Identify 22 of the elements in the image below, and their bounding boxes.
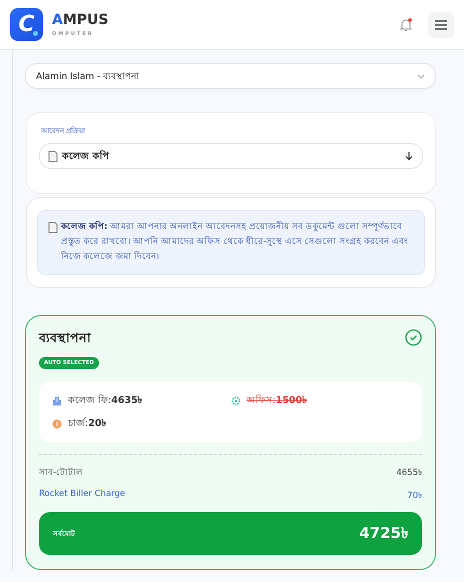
subtotal-label: সাব-টোটাল (39, 466, 84, 480)
fee-text: চার্জ:20৳ (68, 416, 106, 431)
student-select[interactable]: Alamin Islam - ব্যবস্থাপনা (25, 63, 436, 89)
plan-title: ব্যবস্থাপনা (39, 329, 92, 347)
notification-bell-icon[interactable] (398, 16, 414, 32)
menu-icon[interactable] (428, 12, 454, 38)
biller-charge-label: Rocket Biller Charge (39, 489, 126, 501)
document-icon (48, 150, 58, 162)
document-icon (48, 222, 58, 233)
building-icon (52, 396, 62, 406)
process-select[interactable]: কলেজ কপি (39, 143, 423, 169)
total-value: 4725৳ (359, 523, 408, 544)
logo-icon: C (10, 8, 43, 41)
info-text: কলেজ কপি: আমরা আপনার অনলাইন আবেদনসহ প্রয়োজনীয় সব ডকুমেন্ট গুলো সম্পূর্ণভাবে প্রস্তুত করে রাখবো। আপনি আমাদের অফিস থেকে ধীরে-সুস্থে এসে সেগুলো সংগ্রহ করবেন এবং নিজে কলেজে জমা দিবেন। (61, 220, 409, 264)
fee-text: কলেজ ফি:4635৳ (68, 394, 143, 408)
subtotal-value: 4655৳ (396, 467, 422, 480)
chevron-down-icon (417, 74, 425, 78)
arrow-down-icon (404, 151, 414, 161)
coin-icon (52, 418, 62, 428)
brand-name: AMPUS (52, 12, 108, 28)
gear-icon (230, 396, 240, 406)
biller-charge-value: 70৳ (407, 490, 422, 503)
